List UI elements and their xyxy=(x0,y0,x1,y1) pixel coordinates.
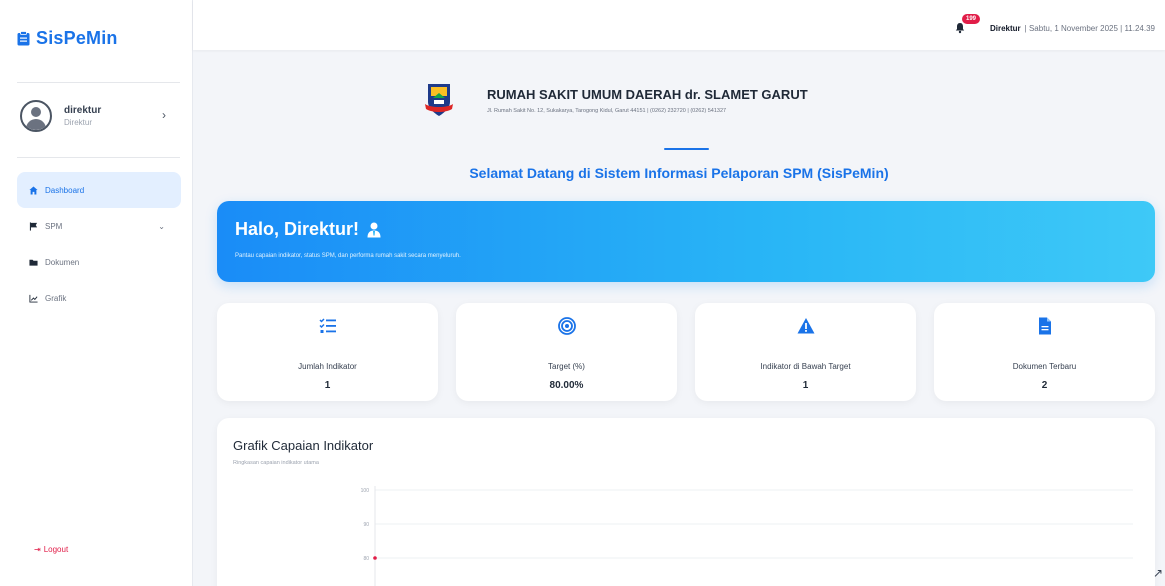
stat-value: 1 xyxy=(324,380,331,391)
chart-y-tick-label: 100 xyxy=(361,488,370,494)
avatar xyxy=(20,100,52,132)
hospital-logo xyxy=(425,84,453,116)
stat-card-dokumen-terbaru[interactable]: Dokumen Terbaru 2 xyxy=(934,303,1155,401)
sidebar: SisPeMin direktur Direktur › Dashboard S… xyxy=(0,0,193,586)
chart-point[interactable] xyxy=(373,556,377,560)
chart-plot: 100 90 80 xyxy=(361,486,1133,586)
hero-subtitle: Pantau capaian indikator, status SPM, da… xyxy=(235,253,461,259)
stat-value: 1 xyxy=(802,380,809,391)
divider xyxy=(17,157,180,158)
stat-value: 80.00% xyxy=(549,380,584,391)
hero-title-text: Halo, Direktur! xyxy=(235,219,360,239)
notification-badge: 199 xyxy=(961,14,980,24)
brand-name: SisPeMin xyxy=(36,28,118,48)
notification-bell[interactable]: 199 xyxy=(954,14,980,34)
user-name: direktur xyxy=(64,105,102,116)
flag-icon xyxy=(27,221,39,231)
chart-icon xyxy=(27,294,39,303)
logout-label: Logout xyxy=(43,545,69,554)
sidebar-item-grafik[interactable]: Grafik xyxy=(17,280,181,316)
sidebar-nav: Dashboard SPM ⌄ Dokumen Grafik xyxy=(17,172,181,316)
logout-icon: ⇥ xyxy=(34,545,41,554)
stat-label: Target (%) xyxy=(548,362,585,371)
hospital-header: RUMAH SAKIT UMUM DAERAH dr. SLAMET GARUT… xyxy=(425,82,808,118)
user-tie-icon xyxy=(367,222,381,237)
home-icon xyxy=(27,185,39,195)
user-profile-card[interactable]: direktur Direktur › xyxy=(20,95,180,137)
chart-card: Grafik Capaian Indikator Ringkasan capai… xyxy=(217,418,1155,586)
hospital-name: RUMAH SAKIT UMUM DAERAH dr. SLAMET GARUT xyxy=(487,86,808,102)
stat-label: Jumlah Indikator xyxy=(298,362,357,371)
bell-icon xyxy=(955,23,965,34)
chart-y-tick-label: 90 xyxy=(363,522,369,528)
hero-banner: Halo, Direktur! Pantau capaian indikator… xyxy=(217,201,1155,282)
clipboard-icon xyxy=(17,31,30,46)
sidebar-item-dashboard[interactable]: Dashboard xyxy=(17,172,181,208)
warning-icon xyxy=(797,318,814,334)
topbar-right: 199 Direktur | Sabtu, 1 November 2025 | … xyxy=(954,14,1155,34)
topbar-user: Direktur xyxy=(989,23,1021,33)
brand[interactable]: SisPeMin xyxy=(17,28,118,49)
stat-value: 2 xyxy=(1041,380,1048,391)
user-role: Direktur xyxy=(64,118,93,127)
hero-title: Halo, Direktur! xyxy=(235,219,381,240)
stat-label: Indikator di Bawah Target xyxy=(760,362,851,371)
sidebar-item-dokumen[interactable]: Dokumen xyxy=(17,244,181,280)
stat-label: Dokumen Terbaru xyxy=(1012,362,1077,371)
chevron-right-icon: › xyxy=(162,108,166,122)
accent-divider xyxy=(664,148,709,150)
topbar: 199 Direktur | Sabtu, 1 November 2025 | … xyxy=(193,0,1165,50)
divider xyxy=(17,82,180,83)
sidebar-item-spm[interactable]: SPM ⌄ xyxy=(17,208,181,244)
folder-icon xyxy=(27,258,39,267)
chevron-down-icon: ⌄ xyxy=(158,221,165,231)
stat-card-target[interactable]: Target (%) 80.00% xyxy=(456,303,677,401)
sidebar-item-label: Dashboard xyxy=(45,185,85,195)
list-check-icon xyxy=(318,318,336,333)
sidebar-item-label: Dokumen xyxy=(45,257,80,267)
target-icon xyxy=(557,317,576,335)
document-icon xyxy=(1038,317,1051,335)
topbar-datetime: | Sabtu, 1 November 2025 | 11.24.39 xyxy=(1024,23,1155,33)
sidebar-item-label: Grafik xyxy=(45,293,67,303)
hospital-address: Jl. Rumah Sakit No. 12, Sukakarya, Tarog… xyxy=(487,107,727,114)
sidebar-item-label: SPM xyxy=(45,221,63,231)
chart-y-tick-label: 80 xyxy=(363,556,369,562)
stat-card-below-target[interactable]: Indikator di Bawah Target 1 xyxy=(695,303,916,401)
logout-link[interactable]: ⇥ Logout xyxy=(34,545,68,554)
welcome-title: Selamat Datang di Sistem Informasi Pelap… xyxy=(469,165,889,181)
expand-icon[interactable]: ↗ xyxy=(1153,566,1163,580)
stat-card-jumlah-indikator[interactable]: Jumlah Indikator 1 xyxy=(217,303,438,401)
